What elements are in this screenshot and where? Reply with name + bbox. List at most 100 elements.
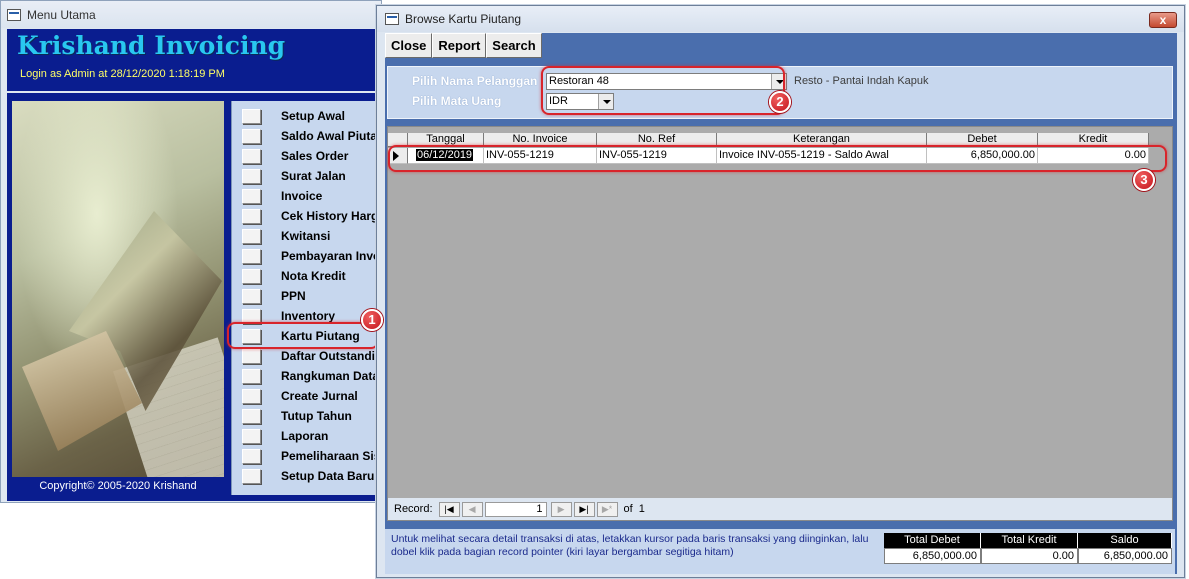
- last-record-icon[interactable]: ▶|: [573, 501, 595, 517]
- menu-button[interactable]: [242, 348, 261, 364]
- app-name: Krishand Invoicing: [17, 31, 286, 60]
- close-window-icon[interactable]: x: [1149, 12, 1177, 28]
- menu-button[interactable]: [242, 248, 261, 264]
- menu-item-label: Cek History Harga: [281, 209, 386, 223]
- current-record-input[interactable]: 1: [484, 501, 547, 517]
- menu-button[interactable]: [242, 368, 261, 384]
- browse-title: Browse Kartu Piutang: [405, 12, 522, 26]
- previous-record-icon[interactable]: ◀: [461, 501, 483, 517]
- menu-button[interactable]: [242, 208, 261, 224]
- menu-button[interactable]: [242, 448, 261, 464]
- menu-utama-title: Menu Utama: [27, 7, 96, 22]
- menu-item-rangkuman-data[interactable]: Rangkuman Data: [242, 367, 379, 385]
- menu-item-label: Setup Awal: [281, 109, 346, 123]
- menu-item-label: Surat Jalan: [281, 169, 346, 183]
- next-record-icon[interactable]: ▶: [550, 501, 572, 517]
- report-button[interactable]: Report: [432, 33, 487, 58]
- highlight-filter: [541, 66, 785, 115]
- menu-item-cek-history-harga[interactable]: Cek History Harga: [242, 207, 385, 225]
- window-icon: [7, 8, 21, 21]
- menu-item-label: Saldo Awal Piutang: [281, 129, 391, 143]
- footer-note: Untuk melihat secara detail transaksi di…: [391, 533, 869, 558]
- close-button[interactable]: Close: [385, 33, 433, 58]
- menu-item-nota-kredit[interactable]: Nota Kredit: [242, 267, 346, 285]
- copyright-text: Copyright© 2005-2020 Krishand: [39, 480, 197, 492]
- search-button[interactable]: Search: [486, 33, 542, 58]
- menu-item-laporan[interactable]: Laporan: [242, 427, 328, 445]
- menu-button[interactable]: [242, 148, 261, 164]
- of-label: of: [623, 503, 633, 515]
- menu-item-daftar-outstanding[interactable]: Daftar Outstanding: [242, 347, 390, 365]
- record-navigation: Record: |◀ ◀ 1 ▶ ▶| ▶* of 1: [388, 498, 1172, 520]
- menu-item-label: Create Jurnal: [281, 389, 358, 403]
- menu-item-invoice[interactable]: Invoice: [242, 187, 322, 205]
- menu-item-surat-jalan[interactable]: Surat Jalan: [242, 167, 346, 185]
- menu-item-label: Nota Kredit: [281, 269, 346, 283]
- menu-list: Setup Awal Saldo Awal Piutang Sales Orde…: [231, 101, 391, 495]
- menu-item-kwitansi[interactable]: Kwitansi: [242, 227, 330, 245]
- menu-utama-window: Menu Utama Krishand Invoicing Login as A…: [0, 0, 391, 503]
- login-info: Login as Admin at 28/12/2020 1:18:19 PM: [20, 68, 225, 80]
- highlight-kartu-piutang: [227, 322, 379, 349]
- menu-item-tutup-tahun[interactable]: Tutup Tahun: [242, 407, 352, 425]
- menu-item-label: Kwitansi: [281, 229, 331, 243]
- menu-item-create-jurnal[interactable]: Create Jurnal: [242, 387, 358, 405]
- menu-item-label: PPN: [281, 289, 306, 303]
- highlight-transaction-row: [388, 145, 1167, 172]
- menu-item-label: Inventory: [281, 309, 336, 323]
- customer-label: Pilih Nama Pelanggan: [412, 74, 538, 88]
- menu-utama-titlebar[interactable]: Menu Utama: [1, 1, 381, 28]
- total-kredit-value: 0.00: [981, 548, 1078, 564]
- menu-item-label: Pembayaran Invoice: [281, 249, 391, 263]
- menu-item-setup-data-baru[interactable]: Setup Data Baru: [242, 467, 374, 485]
- menu-button[interactable]: [242, 388, 261, 404]
- first-record-icon[interactable]: |◀: [438, 501, 460, 517]
- menu-button[interactable]: [242, 468, 261, 484]
- saldo-value: 6,850,000.00: [1078, 548, 1172, 564]
- callout-badge-3: 3: [1133, 169, 1155, 191]
- total-kredit-column: Total Kredit 0.00: [981, 533, 1078, 564]
- footer-panel: Untuk melihat secara detail transaksi di…: [385, 529, 1175, 574]
- currency-label: Pilih Mata Uang: [412, 94, 502, 108]
- total-debet-label: Total Debet: [884, 533, 981, 548]
- menu-item-pembayaran-invoice[interactable]: Pembayaran Invoice: [242, 247, 391, 265]
- menu-item-label: Invoice: [281, 189, 323, 203]
- menu-item-label: Laporan: [281, 429, 329, 443]
- menu-button[interactable]: [242, 408, 261, 424]
- new-record-icon[interactable]: ▶*: [596, 501, 618, 517]
- menu-item-setup-awal[interactable]: Setup Awal: [242, 107, 345, 125]
- record-label: Record:: [394, 503, 433, 515]
- menu-item-label: Setup Data Baru: [281, 469, 375, 483]
- menu-button[interactable]: [242, 128, 261, 144]
- menu-item-label: Rangkuman Data: [281, 369, 380, 383]
- menu-button[interactable]: [242, 188, 261, 204]
- customer-description: Resto - Pantai Indah Kapuk: [794, 75, 929, 87]
- menu-item-label: Daftar Outstanding: [281, 349, 390, 363]
- menu-item-label: Pemeliharaan Sistem: [281, 449, 391, 463]
- menu-button[interactable]: [242, 288, 261, 304]
- menu-button[interactable]: [242, 108, 261, 124]
- menu-item-saldo-awal-piutang[interactable]: Saldo Awal Piutang: [242, 127, 391, 145]
- app-header: Krishand Invoicing Login as Admin at 28/…: [7, 29, 383, 91]
- browse-titlebar[interactable]: Browse Kartu Piutang x: [377, 6, 1184, 32]
- menu-button[interactable]: [242, 428, 261, 444]
- menu-button[interactable]: [242, 228, 261, 244]
- menu-item-pemeliharaan-sistem[interactable]: Pemeliharaan Sistem: [242, 447, 391, 465]
- callout-badge-2: 2: [769, 91, 791, 113]
- menu-item-label: Sales Order: [281, 149, 349, 163]
- total-kredit-label: Total Kredit: [981, 533, 1078, 548]
- menu-button[interactable]: [242, 168, 261, 184]
- window-icon: [385, 13, 399, 25]
- browse-content: Close Report Search Pilih Nama Pelanggan…: [385, 33, 1177, 574]
- menu-body: Copyright© 2005-2020 Krishand Setup Awal…: [7, 93, 391, 501]
- menu-button[interactable]: [242, 268, 261, 284]
- total-records: 1: [638, 503, 645, 515]
- totals-table: Total Debet 6,850,000.00 Total Kredit 0.…: [884, 533, 1172, 564]
- total-debet-value: 6,850,000.00: [884, 548, 981, 564]
- menu-item-ppn[interactable]: PPN: [242, 287, 306, 305]
- callout-badge-1: 1: [361, 309, 383, 331]
- money-plane-image: [12, 101, 224, 477]
- transaction-grid: Tanggal No. Invoice No. Ref Keterangan D…: [387, 126, 1173, 521]
- toolbar: Close Report Search: [385, 33, 1175, 58]
- menu-item-sales-order[interactable]: Sales Order: [242, 147, 348, 165]
